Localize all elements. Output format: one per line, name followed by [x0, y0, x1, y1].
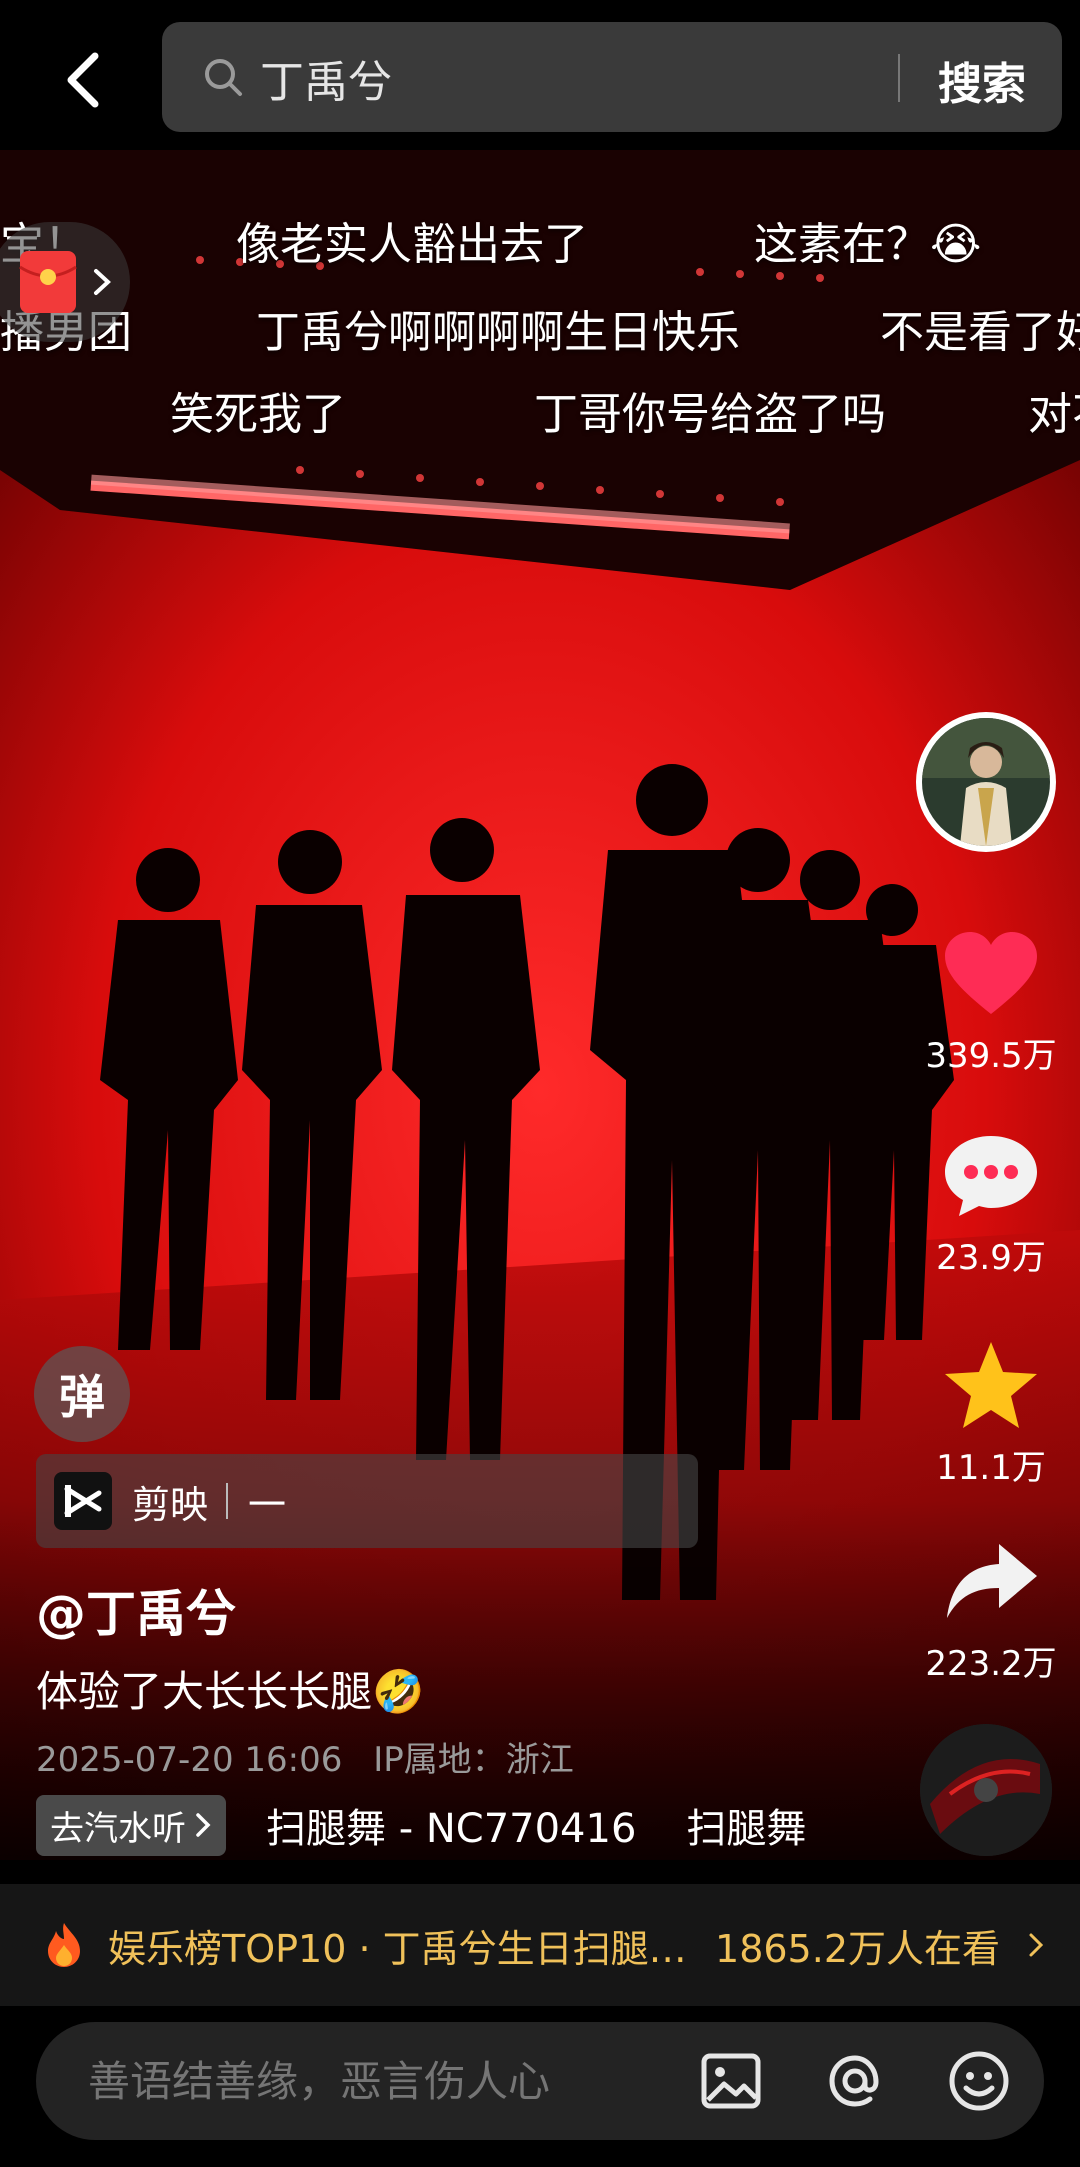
- back-button[interactable]: [48, 40, 118, 120]
- favorite-button[interactable]: 11.1万: [916, 1338, 1066, 1489]
- star-icon: [945, 1342, 1037, 1428]
- danmaku-item: 像老实人豁出去了: [236, 219, 588, 270]
- red-packet-button[interactable]: [0, 222, 130, 342]
- danmaku-item: 丁禹兮啊啊啊啊生日快乐: [256, 307, 740, 358]
- music-track-tail: 扫腿舞: [686, 1806, 807, 1852]
- search-query[interactable]: 丁禹兮: [260, 46, 392, 110]
- danmaku-item: 丁哥你号给盗了吗: [534, 389, 886, 440]
- capcut-logo-icon: [54, 1472, 112, 1530]
- comment-bar: [36, 2022, 1044, 2140]
- rank-watching-count: 1865.2万人在看: [715, 1926, 1000, 1971]
- rank-title: 娱乐榜TOP10 · 丁禹兮生日扫腿…: [108, 1926, 687, 1971]
- video-caption: 体验了大长长长腿🤣: [36, 1667, 425, 1716]
- comment-icon: [945, 1136, 1037, 1216]
- capcut-label: 剪映: [132, 1482, 209, 1527]
- music-disc[interactable]: [920, 1724, 1052, 1856]
- danmaku-toggle-button[interactable]: 弹: [34, 1346, 130, 1442]
- search-icon: [205, 59, 242, 96]
- capcut-anchor[interactable]: 剪映 一: [36, 1454, 698, 1548]
- favorite-count: 11.1万: [936, 1448, 1046, 1488]
- music-cover-icon: [920, 1724, 1052, 1856]
- heart-icon: [945, 932, 1037, 1014]
- share-arrow-icon: [947, 1544, 1037, 1618]
- danmaku-toggle-label: 弹: [59, 1370, 105, 1424]
- search-divider: [898, 54, 900, 102]
- danmaku-item: 笑死我了: [170, 389, 346, 440]
- post-meta: 2025-07-20 16:06 IP属地：浙江: [36, 1732, 574, 1781]
- chevron-left-icon: [67, 52, 99, 108]
- like-count: 339.5万: [925, 1036, 1057, 1076]
- author-avatar[interactable]: [916, 712, 1056, 852]
- search-button[interactable]: 搜索: [938, 48, 1026, 112]
- chevron-right-icon: [1029, 1933, 1044, 1957]
- danmaku-item: 这素在？😭: [754, 219, 982, 270]
- music-row: 去汽水听 扫腿舞 - NC770416 扫腿舞: [36, 1794, 806, 1856]
- share-button[interactable]: 223.2万: [916, 1536, 1066, 1685]
- post-datetime: 2025-07-20 16:06: [36, 1740, 343, 1780]
- comment-input[interactable]: [86, 2056, 650, 2107]
- red-envelope-icon: [19, 251, 77, 313]
- like-button[interactable]: 339.5万: [916, 928, 1066, 1077]
- open-qishui-label: 去汽水听: [50, 1808, 186, 1849]
- chevron-right-icon: [94, 269, 111, 295]
- music-track[interactable]: 扫腿舞 - NC770416: [266, 1796, 636, 1854]
- capcut-extra: 一: [248, 1482, 287, 1527]
- search-bar[interactable]: 丁禹兮 搜索: [162, 22, 1062, 132]
- mention-icon[interactable]: [824, 2050, 886, 2112]
- comment-button[interactable]: 23.9万: [916, 1130, 1066, 1279]
- trending-rank-bar[interactable]: 娱乐榜TOP10 · 丁禹兮生日扫腿… 1865.2万人在看: [0, 1884, 1080, 2006]
- share-count: 223.2万: [925, 1644, 1057, 1684]
- avatar-image: [922, 718, 1050, 846]
- danmaku-item: 对不: [1028, 389, 1080, 440]
- author-name[interactable]: @丁禹兮: [36, 1574, 236, 1646]
- danmaku-item: 不是看了好: [880, 307, 1080, 358]
- capcut-divider: [226, 1483, 229, 1519]
- emoji-icon[interactable]: [948, 2050, 1010, 2112]
- chevron-right-icon: [196, 1813, 211, 1837]
- fire-icon: [48, 1923, 80, 1967]
- comment-count: 23.9万: [936, 1238, 1046, 1278]
- image-icon[interactable]: [700, 2050, 762, 2112]
- post-ip-location: IP属地：浙江: [373, 1740, 574, 1780]
- open-qishui-button[interactable]: 去汽水听: [36, 1794, 226, 1856]
